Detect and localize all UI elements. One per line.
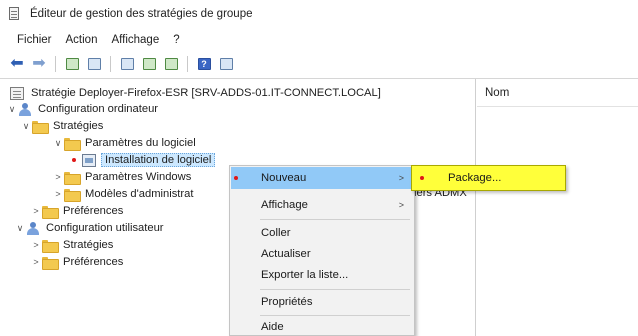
- tree-software-settings[interactable]: ∨ Paramètres du logiciel: [52, 135, 197, 151]
- chevron-right-icon[interactable]: >: [30, 240, 42, 250]
- title-bar: Éditeur de gestion des stratégies de gro…: [0, 0, 638, 28]
- column-header-name[interactable]: Nom: [485, 87, 509, 99]
- up-folder-icon[interactable]: [63, 55, 81, 73]
- annotation-dot: [234, 176, 238, 180]
- tree-strategies-label: Stratégies: [53, 120, 104, 132]
- chevron-right-icon[interactable]: >: [30, 206, 42, 216]
- folder-icon: [64, 137, 81, 151]
- tree-strategies[interactable]: ∨ Stratégies: [20, 118, 104, 134]
- ctx-properties[interactable]: Propriétés: [231, 291, 413, 313]
- menu-fichier[interactable]: Fichier: [10, 34, 59, 46]
- annotation-dot: [420, 176, 424, 180]
- tree-software-settings-label: Paramètres du logiciel: [85, 137, 196, 149]
- folder-icon: [64, 171, 81, 185]
- properties-icon[interactable]: [118, 55, 136, 73]
- ctx-refresh-label: Actualiser: [261, 248, 311, 260]
- export-list-icon[interactable]: [162, 55, 180, 73]
- tree-user-preferences-label: Préférences: [63, 256, 124, 268]
- ctx-paste-label: Coller: [261, 227, 291, 239]
- folder-icon: [42, 205, 59, 219]
- tree-windows-settings-label: Paramètres Windows: [85, 171, 192, 183]
- details-view-icon[interactable]: [217, 55, 235, 73]
- details-pane: Nom: [477, 79, 638, 336]
- tree-root[interactable]: Stratégie Deployer-Firefox-ESR [SRV-ADDS…: [10, 85, 382, 101]
- chevron-right-icon: >: [398, 200, 404, 210]
- chevron-right-icon[interactable]: >: [52, 189, 64, 199]
- chevron-right-icon: >: [398, 173, 404, 183]
- window-title: Éditeur de gestion des stratégies de gro…: [30, 8, 253, 20]
- ctx-properties-label: Propriétés: [261, 296, 313, 308]
- chevron-down-icon[interactable]: ∨: [52, 138, 64, 149]
- tree-user-preferences[interactable]: > Préférences: [30, 254, 124, 270]
- ctx-help-label: Aide: [261, 321, 284, 333]
- forward-arrow-icon[interactable]: ➡: [30, 55, 48, 73]
- menu-bar: Fichier Action Affichage ?: [0, 30, 187, 50]
- folder-icon: [64, 188, 81, 202]
- submenu-new: Package...: [411, 165, 566, 191]
- refresh-icon[interactable]: [140, 55, 158, 73]
- ctx-view[interactable]: Affichage >: [231, 194, 413, 216]
- computer-config-icon: [18, 102, 32, 116]
- ctx-help[interactable]: Aide: [231, 316, 413, 336]
- software-installation-icon: [82, 153, 96, 167]
- user-config-icon: [26, 221, 40, 235]
- tree-computer-config-label: Configuration ordinateur: [38, 103, 159, 115]
- tree-user-config[interactable]: ∨ Configuration utilisateur: [14, 220, 165, 236]
- column-header-divider: [477, 106, 638, 107]
- chevron-down-icon[interactable]: ∨: [6, 104, 18, 115]
- toolbar-separator: [110, 56, 111, 72]
- tree-computer-config[interactable]: ∨ Configuration ordinateur: [6, 101, 159, 117]
- menu-affichage[interactable]: Affichage: [104, 34, 166, 46]
- tree-user-strategies-label: Stratégies: [63, 239, 114, 251]
- tree-windows-settings[interactable]: > Paramètres Windows: [52, 169, 192, 185]
- policy-icon: [10, 86, 24, 100]
- toolbar: ⬅ ➡ ?: [0, 52, 638, 76]
- folder-icon: [42, 256, 59, 270]
- ctx-refresh[interactable]: Actualiser: [231, 243, 413, 265]
- ctx-new-label: Nouveau: [261, 172, 307, 184]
- ctx-paste[interactable]: Coller: [231, 222, 413, 244]
- ctx-new[interactable]: Nouveau >: [231, 167, 413, 189]
- ctx-view-label: Affichage: [261, 199, 308, 211]
- help-icon[interactable]: ?: [195, 55, 213, 73]
- tree-preferences[interactable]: > Préférences: [30, 203, 124, 219]
- show-hide-tree-icon[interactable]: [85, 55, 103, 73]
- tree-user-strategies[interactable]: > Stratégies: [30, 237, 114, 253]
- folder-icon: [32, 120, 49, 134]
- folder-icon: [42, 239, 59, 253]
- menu-help[interactable]: ?: [166, 34, 186, 46]
- ctx-export-label: Exporter la liste...: [261, 269, 349, 281]
- back-arrow-icon[interactable]: ⬅: [8, 55, 26, 73]
- chevron-right-icon[interactable]: >: [30, 257, 42, 267]
- menu-separator: [260, 219, 410, 220]
- gpo-editor-app-icon: [8, 7, 22, 21]
- chevron-right-icon[interactable]: >: [52, 172, 64, 182]
- tree-admin-templates[interactable]: > Modèles d'administrat: [52, 186, 194, 202]
- tree-preferences-label: Préférences: [63, 205, 124, 217]
- tree-software-installation[interactable]: Installation de logiciel: [72, 152, 216, 168]
- toolbar-separator: [55, 56, 56, 72]
- submenu-package[interactable]: Package...: [448, 172, 501, 184]
- menu-separator: [260, 289, 410, 290]
- tree-user-config-label: Configuration utilisateur: [46, 222, 164, 234]
- menu-action[interactable]: Action: [59, 34, 105, 46]
- tree-software-installation-label: Installation de logiciel: [101, 153, 216, 167]
- toolbar-separator: [187, 56, 188, 72]
- chevron-down-icon[interactable]: ∨: [20, 121, 32, 132]
- context-menu: Nouveau > Affichage > Coller Actualiser …: [229, 165, 415, 336]
- tree-admin-templates-label: Modèles d'administrat: [85, 188, 194, 200]
- tree-root-label: Stratégie Deployer-Firefox-ESR [SRV-ADDS…: [31, 87, 381, 99]
- annotation-dot: [72, 158, 76, 162]
- chevron-down-icon[interactable]: ∨: [14, 223, 26, 234]
- ctx-export[interactable]: Exporter la liste...: [231, 264, 413, 286]
